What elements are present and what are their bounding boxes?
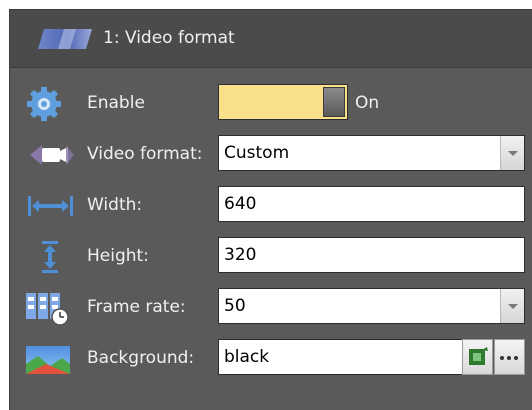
background-input[interactable]: black [218, 339, 463, 375]
ellipsis-icon [500, 356, 518, 360]
toggle-knob[interactable] [323, 87, 345, 117]
height-arrows-icon [42, 241, 58, 273]
background-value: black [224, 347, 270, 367]
background-image-icon [26, 346, 70, 374]
enable-row: Enable On [10, 81, 532, 125]
height-label: Height: [87, 246, 149, 266]
width-label: Width: [87, 195, 143, 215]
frame-rate-icon [26, 293, 69, 326]
height-value: 320 [224, 245, 257, 265]
background-row: Background: black [10, 336, 532, 380]
width-input[interactable]: 640 [218, 186, 525, 222]
frame-rate-dropdown-button[interactable] [500, 289, 524, 323]
color-picker-icon [469, 347, 488, 365]
width-value: 640 [224, 194, 257, 214]
video-format-row: Video format: Custom [10, 132, 532, 176]
pick-background-button[interactable] [462, 339, 493, 375]
frame-rate-value: 50 [224, 296, 246, 316]
enable-toggle[interactable] [218, 84, 348, 120]
background-label: Background: [87, 348, 195, 368]
enable-state-label: On [355, 93, 380, 113]
frame-rate-label: Frame rate: [87, 297, 186, 317]
height-input[interactable]: 320 [218, 237, 525, 273]
width-row: Width: 640 [10, 183, 532, 227]
gear-icon [27, 87, 61, 121]
panel-header: 1: Video format [10, 10, 532, 68]
video-format-select[interactable]: Custom [218, 135, 525, 171]
video-format-label: Video format: [87, 144, 203, 164]
height-row: Height: 320 [10, 234, 532, 278]
video-format-icon [38, 29, 92, 49]
frame-rate-select[interactable]: 50 [218, 288, 525, 324]
width-arrows-icon [28, 196, 73, 216]
more-options-button[interactable] [494, 339, 525, 375]
frame-rate-row: Frame rate: 50 [10, 285, 532, 329]
enable-label: Enable [87, 93, 145, 113]
video-format-value: Custom [224, 143, 290, 163]
video-camera-icon [30, 145, 74, 165]
video-format-dropdown-button[interactable] [500, 136, 524, 170]
properties-panel: 1: Video format Enable On Video format: … [9, 9, 532, 410]
panel-title: 1: Video format [103, 28, 235, 48]
